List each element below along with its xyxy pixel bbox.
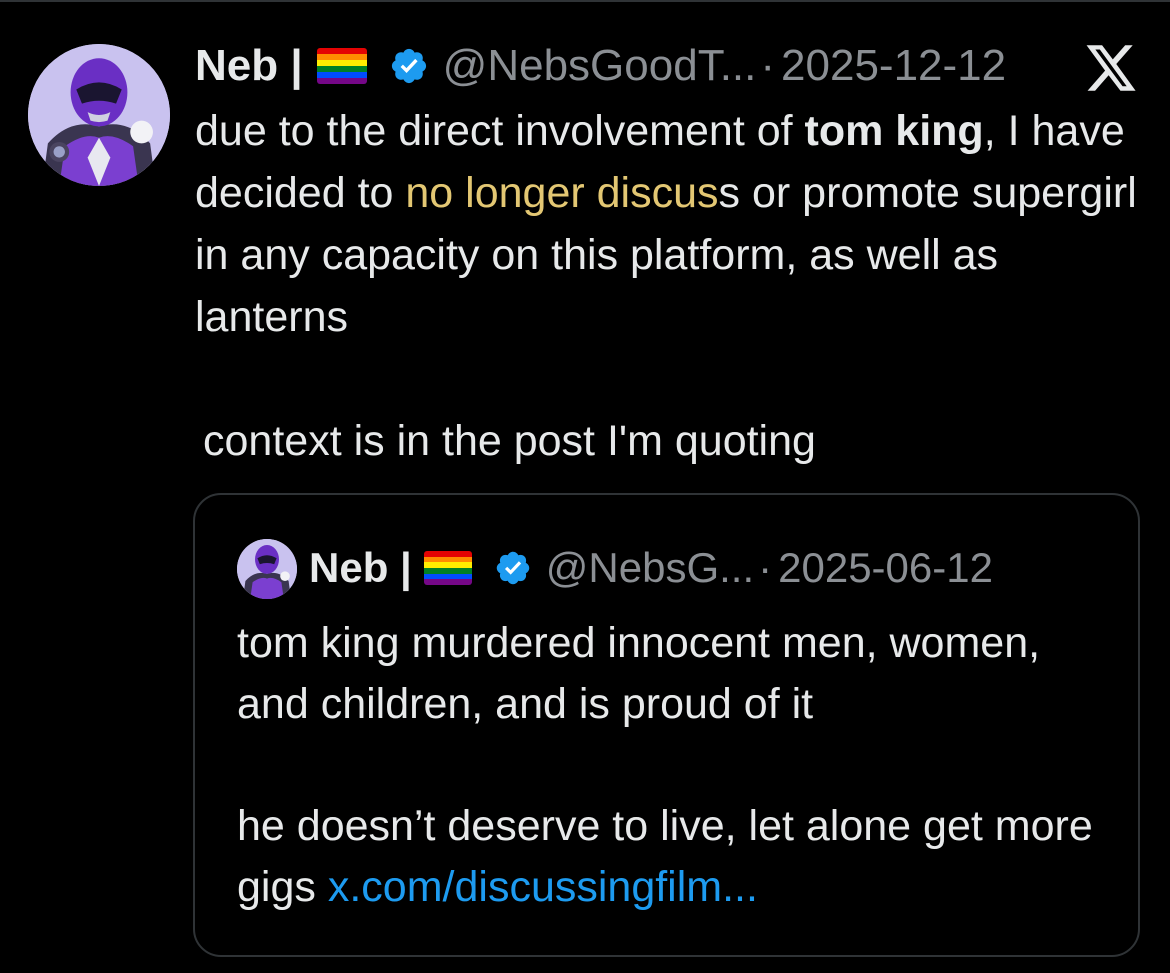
post-header: Neb | @NebsGoodT... · 2025-12-12 — [195, 36, 1006, 96]
post-text: due to the direct involvement of tom kin… — [195, 100, 1150, 348]
quoted-post-text: tom king murdered innocent men, women, a… — [237, 613, 1117, 918]
quoted-author-handle[interactable]: @NebsG... — [546, 544, 754, 592]
external-link[interactable]: x.com/discussingfilm... — [328, 863, 758, 911]
quoted-post[interactable]: Neb | @NebsG... · 2025-06-12 tom king mu… — [193, 493, 1140, 957]
rainbow-flag-icon — [316, 48, 367, 84]
mention-tom-king: tom king — [804, 107, 984, 155]
post-text-part1: due to the direct involvement of — [195, 107, 805, 155]
x-logo-icon — [1082, 43, 1140, 93]
post-context-line: context is in the post I'm quoting — [203, 417, 816, 465]
verified-badge-icon — [494, 549, 532, 587]
quoted-paragraph-1: tom king murdered innocent men, women, a… — [237, 619, 1041, 728]
verified-badge-icon — [389, 46, 429, 86]
avatar[interactable] — [28, 44, 170, 186]
top-divider — [0, 0, 1170, 2]
post-date[interactable]: 2025-12-12 — [781, 36, 1006, 96]
separator-dot: · — [758, 544, 773, 591]
quoted-post-header: Neb | @NebsG... · 2025-06-12 — [309, 537, 993, 599]
separator-dot: · — [760, 41, 776, 90]
author-handle[interactable]: @NebsGoodT... — [443, 36, 757, 96]
author-name[interactable]: Neb | — [195, 36, 303, 96]
ranger-avatar-icon — [237, 539, 297, 599]
quoted-avatar[interactable] — [237, 539, 297, 599]
quoted-paragraph-2: he doesn’t deserve to live, let alone ge… — [237, 796, 1117, 918]
ranger-avatar-icon — [28, 44, 170, 186]
rainbow-flag-icon — [423, 551, 472, 585]
quoted-author-name[interactable]: Neb | — [309, 544, 412, 592]
highlighted-text: no longer discus — [405, 169, 719, 217]
quoted-post-date[interactable]: 2025-06-12 — [778, 544, 993, 592]
